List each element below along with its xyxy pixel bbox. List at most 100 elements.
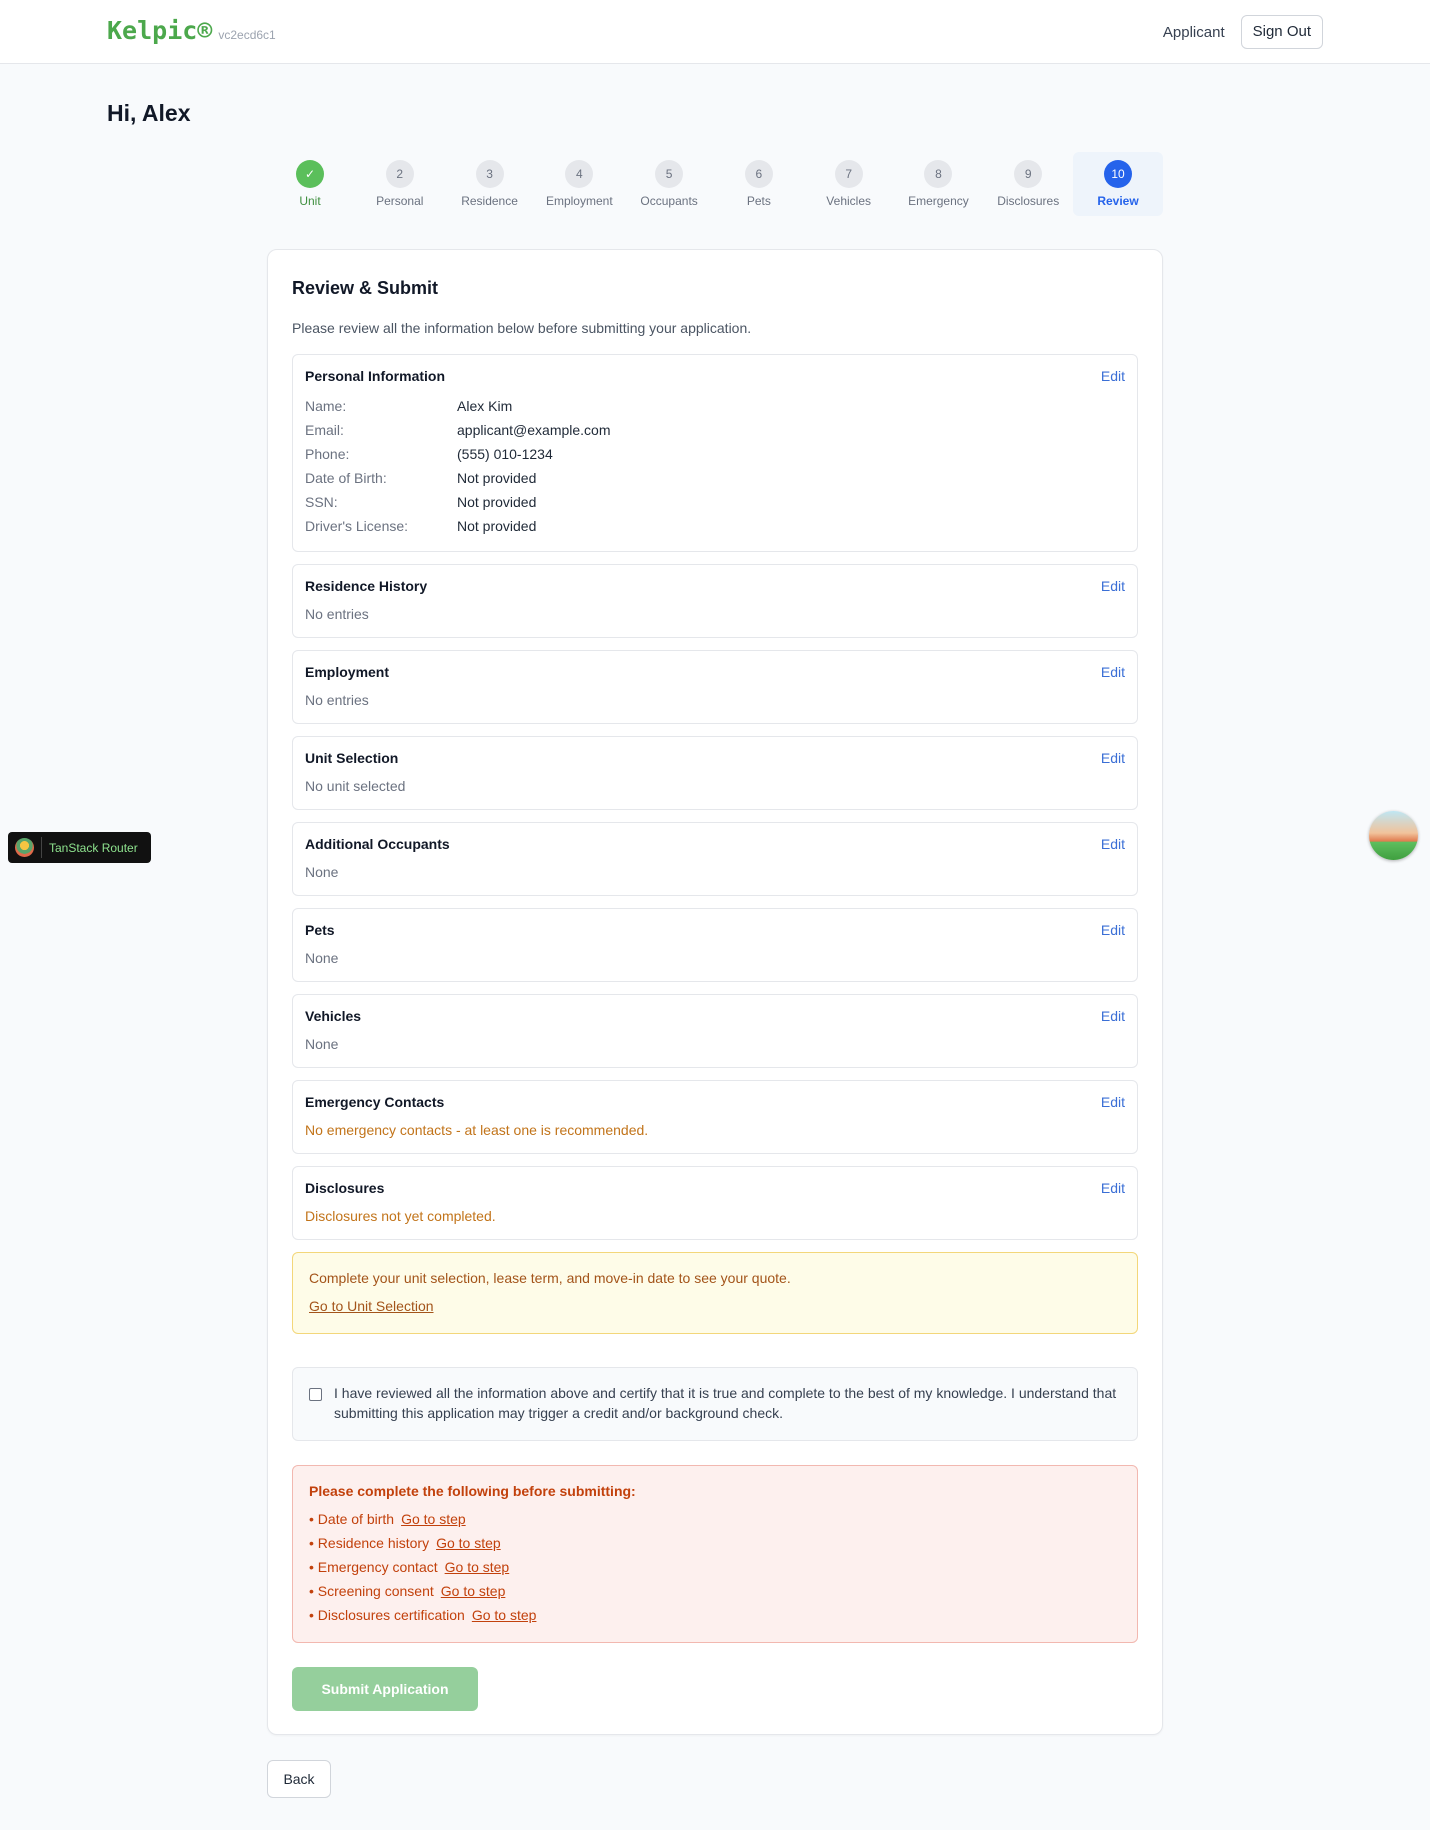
step-pets[interactable]: 6 Pets [714,152,804,216]
missing-item: • Emergency contact Go to step [309,1559,509,1575]
user-menu: Applicant Sign Out [1163,15,1323,49]
step-number: 8 [924,160,953,188]
field-value: Not provided [457,518,537,534]
section-employment: Employment Edit No entries [292,650,1138,724]
step-residence[interactable]: 3 Residence [445,152,535,216]
field-label: Driver's License: [305,518,409,534]
section-personal-information: Personal Information Edit Name: Alex Kim … [292,354,1138,552]
section-title: Personal Information [305,368,446,384]
field-name: Name: Alex Kim [305,398,512,414]
section-additional-occupants: Additional Occupants Edit None [292,822,1138,896]
step-number: 7 [834,160,863,188]
edit-personal-link[interactable]: Edit [1101,368,1125,384]
tanstack-router-devtools-button[interactable]: TanStack Router [8,832,151,863]
missing-item: • Screening consent Go to step [309,1583,505,1599]
certification-checkbox[interactable] [309,1388,322,1401]
edit-vehicles-link[interactable]: Edit [1101,1008,1125,1024]
go-to-step-link[interactable]: Go to step [445,1559,510,1575]
go-to-step-link[interactable]: Go to step [441,1583,506,1599]
go-to-step-link[interactable]: Go to step [401,1511,466,1527]
step-number: 6 [744,160,773,188]
step-label: Employment [545,194,613,208]
step-number: 9 [1014,160,1043,188]
edit-occupants-link[interactable]: Edit [1101,836,1125,852]
field-value: Alex Kim [457,398,513,414]
submit-application-button[interactable]: Submit Application [292,1667,478,1711]
field-value: Not provided [457,494,537,510]
step-emergency[interactable]: 8 Emergency [893,152,983,216]
section-status: No entries [305,606,369,622]
missing-item-label: • Screening consent [309,1583,434,1599]
step-number: 10 [1104,160,1132,188]
step-occupants[interactable]: 5 Occupants [624,152,714,216]
edit-emergency-link[interactable]: Edit [1101,1094,1125,1110]
section-title: Unit Selection [305,750,399,766]
edit-unit-link[interactable]: Edit [1101,750,1125,766]
version-label: vc2ecd6c1 [218,28,276,42]
section-pets: Pets Edit None [292,908,1138,982]
step-label: Unit [299,194,321,208]
quote-notice-text: Complete your unit selection, lease term… [309,1270,791,1286]
certification-box: I have reviewed all the information abov… [292,1367,1138,1441]
top-bar: Kelpic® vc2ecd6c1 Applicant Sign Out [0,0,1430,64]
field-label: Phone: [305,446,350,462]
field-phone: Phone: (555) 010-1234 [305,446,553,462]
section-warning: No emergency contacts - at least one is … [305,1122,649,1138]
section-residence-history: Residence History Edit No entries [292,564,1138,638]
edit-residence-link[interactable]: Edit [1101,578,1125,594]
review-intro: Please review all the information below … [292,320,752,336]
sign-out-button[interactable]: Sign Out [1240,15,1323,49]
section-status: No unit selected [305,778,406,794]
certification-text[interactable]: I have reviewed all the information abov… [334,1383,1124,1423]
floating-assistant-button[interactable] [1369,811,1418,860]
missing-item: • Date of birth Go to step [309,1511,466,1527]
step-label: Residence [461,194,518,208]
section-title: Employment [305,664,390,680]
review-title: Review & Submit [292,278,439,298]
section-title: Additional Occupants [305,836,450,852]
step-vehicles[interactable]: 7 Vehicles [804,152,894,216]
step-personal[interactable]: 2 Personal [355,152,445,216]
field-date-of-birth: Date of Birth: Not provided [305,470,536,486]
brand[interactable]: Kelpic® vc2ecd6c1 [107,16,276,45]
step-employment[interactable]: 4 Employment [534,152,624,216]
step-label: Disclosures [997,194,1060,208]
step-label: Vehicles [826,194,871,208]
section-warning: Disclosures not yet completed. [305,1208,496,1224]
edit-employment-link[interactable]: Edit [1101,664,1125,680]
section-title: Residence History [305,578,428,594]
field-email: Email: applicant@example.com [305,422,611,438]
edit-disclosures-link[interactable]: Edit [1101,1180,1125,1196]
section-emergency-contacts: Emergency Contacts Edit No emergency con… [292,1080,1138,1154]
section-status: None [305,950,339,966]
section-title: Pets [305,922,335,938]
field-label: Date of Birth: [305,470,387,486]
step-label: Pets [746,194,771,208]
step-review[interactable]: 10 Review [1073,152,1163,216]
step-unit[interactable]: ✓ Unit [265,152,355,216]
brand-logo[interactable]: Kelpic® [107,16,212,45]
divider [41,837,42,858]
go-to-step-link[interactable]: Go to step [436,1535,501,1551]
edit-pets-link[interactable]: Edit [1101,922,1125,938]
go-to-unit-selection-link[interactable]: Go to Unit Selection [309,1298,434,1314]
step-label: Review [1097,194,1139,208]
section-title: Vehicles [305,1008,362,1024]
back-button[interactable]: Back [267,1760,331,1798]
field-value: applicant@example.com [457,422,611,438]
step-number: 5 [655,160,684,188]
section-status: None [305,1036,339,1052]
step-number: 2 [385,160,414,188]
section-vehicles: Vehicles Edit None [292,994,1138,1068]
review-card: Review & Submit Please review all the in… [267,249,1163,1735]
field-label: Name: [305,398,347,414]
step-disclosures[interactable]: 9 Disclosures [983,152,1073,216]
go-to-step-link[interactable]: Go to step [472,1607,537,1623]
tanstack-logo-icon [15,838,34,857]
field-drivers-license: Driver's License: Not provided [305,518,536,534]
section-disclosures: Disclosures Edit Disclosures not yet com… [292,1166,1138,1240]
step-label: Occupants [640,194,698,208]
application-stepper: ✓ Unit 2 Personal 3 Residence 4 Employment 5 Occu… [265,152,1163,216]
missing-item-label: • Date of birth [309,1511,395,1527]
field-label: Email: [305,422,344,438]
